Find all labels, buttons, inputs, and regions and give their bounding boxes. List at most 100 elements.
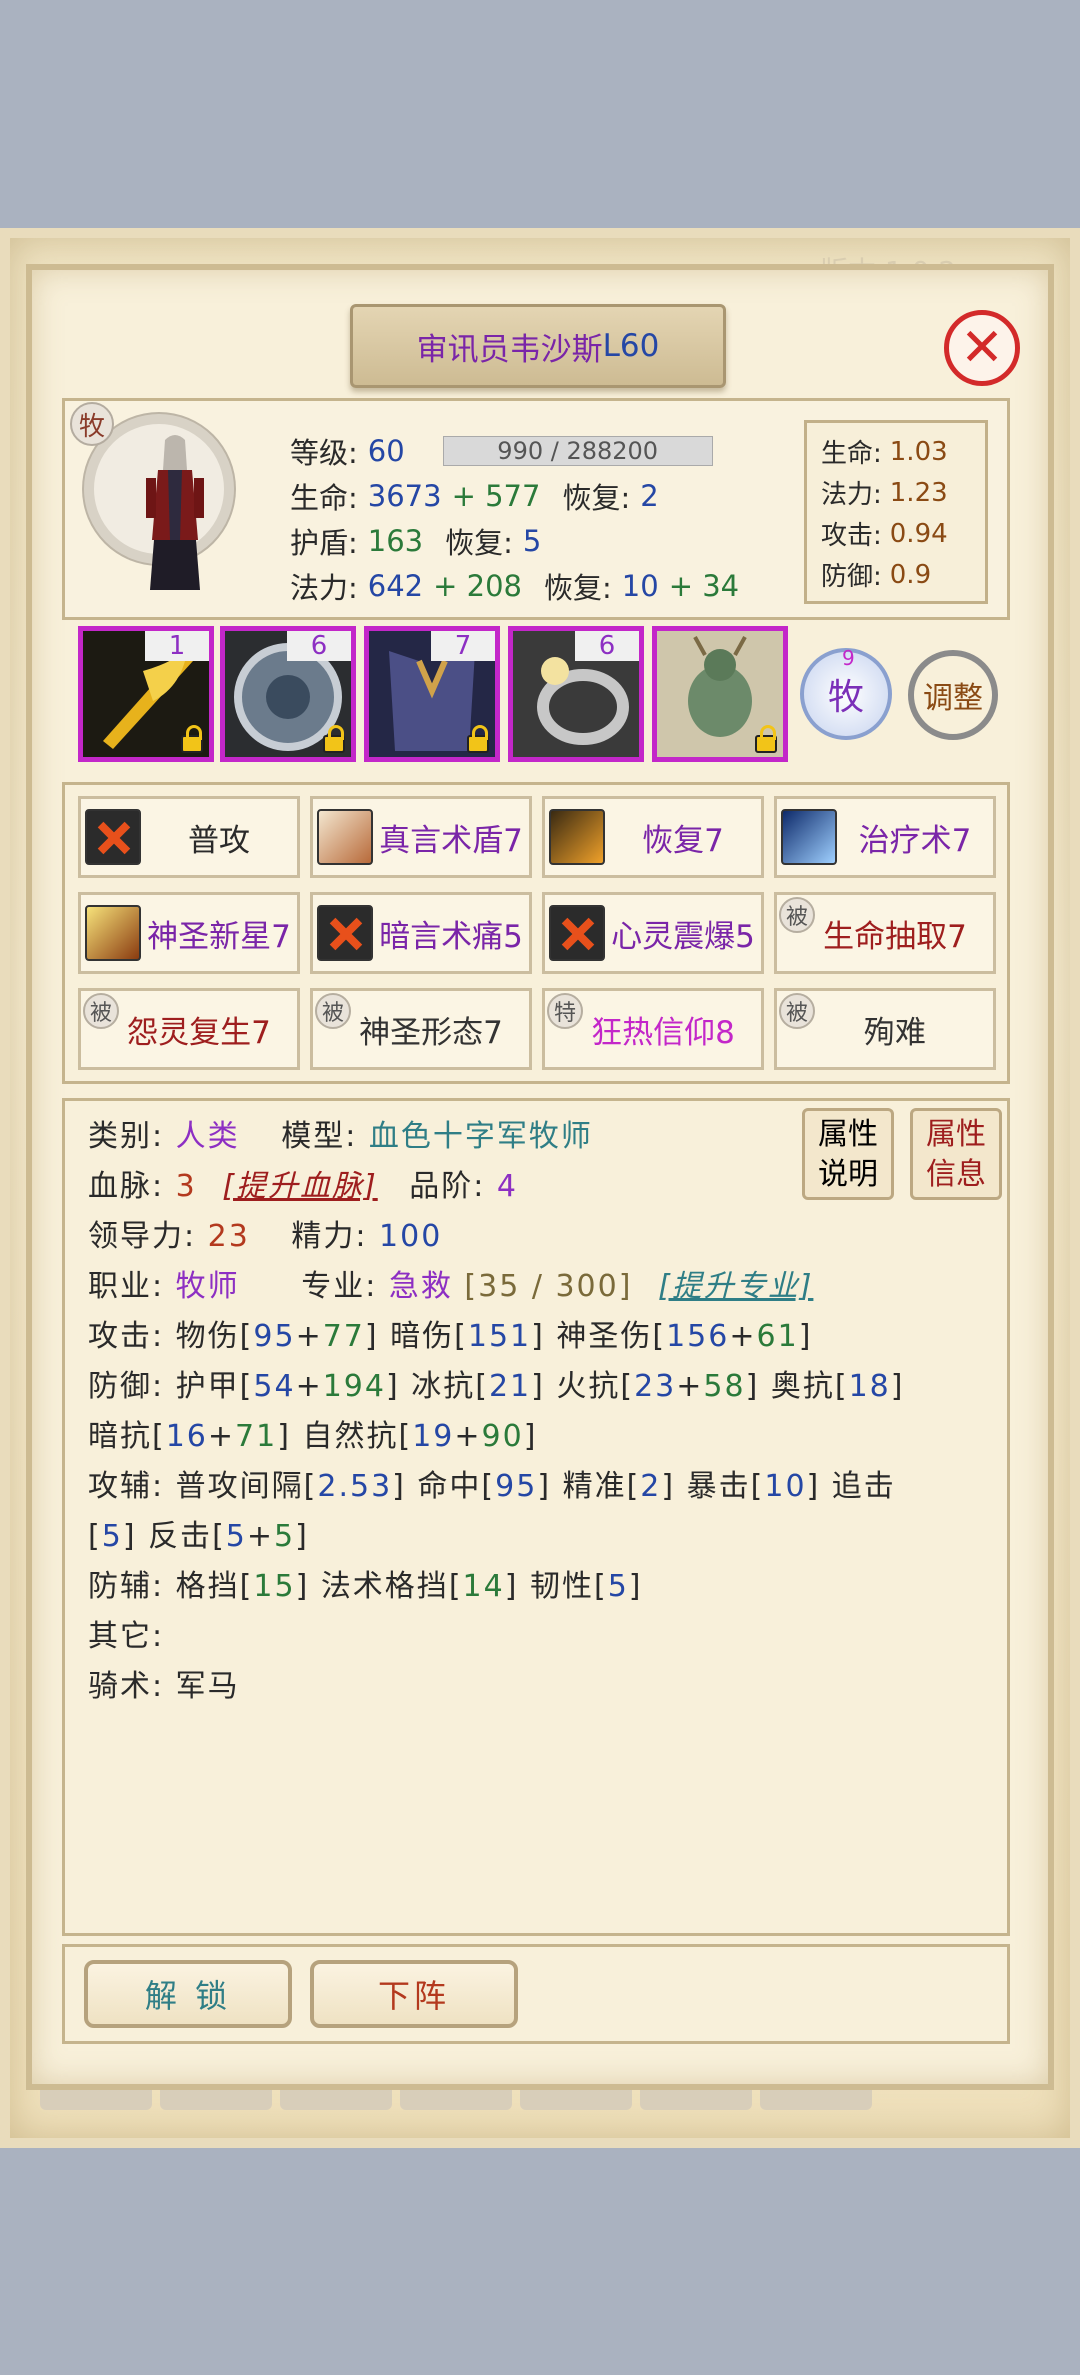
equip-slot-mount[interactable] (652, 626, 788, 762)
skill-slot[interactable]: 被神圣形态7 (310, 988, 532, 1070)
hero-portrait[interactable] (140, 430, 210, 600)
hp-plus: + 577 (451, 478, 541, 513)
lock-icon (181, 725, 203, 753)
job-value: 牧师 (175, 1269, 240, 1304)
equip-slot-armor[interactable]: 7 (364, 626, 500, 762)
bottom-tab (40, 2090, 152, 2110)
skill-name: 暗言术痛5 (379, 918, 523, 955)
model-value: 血色十字军牧师 (368, 1119, 593, 1154)
equip-slot-weapon[interactable]: 1 (78, 626, 214, 762)
bottom-tab (520, 2090, 632, 2110)
skill-slot[interactable]: 治疗术7 (774, 796, 996, 878)
skill-name: 普攻 (188, 822, 250, 859)
armor-base: 54 (253, 1369, 296, 1404)
lock-icon (467, 725, 489, 753)
ratio-label: 攻击: (821, 521, 882, 551)
nature-base: 19 (412, 1419, 455, 1454)
skill-type-badge: 被 (779, 897, 815, 933)
mp-row: 法力: 642 + 208 恢复: 10 + 34 (290, 563, 739, 608)
skill-slot[interactable]: 暗言术痛5 (310, 892, 532, 974)
skill-type-badge: 特 (547, 993, 583, 1029)
skill-slot[interactable]: 被怨灵复生7 (78, 988, 300, 1070)
frost-value: 21 (488, 1369, 532, 1404)
attack-row: 攻击: 物伤[95+77] 暗伤[151] 神圣伤[156+61] (88, 1319, 813, 1354)
bloodline-value: 3 (175, 1169, 197, 1204)
adjust-button[interactable]: 调整 (908, 650, 998, 740)
profession-progress: [35 / 300] (464, 1269, 633, 1304)
exp-bar: 990 / 288200 (442, 435, 713, 466)
holy-plus: 61 (756, 1319, 799, 1354)
rank-value: 4 (496, 1169, 519, 1204)
counter-base: 5 (225, 1519, 247, 1554)
arcane-label: 奥抗 (770, 1369, 835, 1404)
level-label: 等级: (290, 435, 358, 470)
skill-name: 真言术盾7 (379, 822, 523, 859)
class-emblem-number: 9 (842, 646, 855, 670)
class-emblem[interactable]: 9 牧 (800, 646, 892, 740)
riding-label: 骑术: (88, 1669, 165, 1704)
spell-block-label: 法术格挡 (320, 1569, 449, 1604)
skill-slot[interactable]: 被殉难 (774, 988, 996, 1070)
upgrade-bloodline-link[interactable]: [提升血脉] (222, 1169, 377, 1204)
skill-name: 恢复7 (642, 822, 724, 859)
equip-level: 6 (287, 631, 351, 661)
bottom-tab (760, 2090, 872, 2110)
hp-row: 生命: 3673 + 577 恢复: 2 (290, 473, 739, 518)
equip-level: 1 (145, 631, 209, 661)
leadership-label: 领导力: (88, 1219, 197, 1254)
renew-icon (549, 809, 605, 865)
retreat-button[interactable]: 下阵 (310, 1960, 518, 2028)
skill-slot[interactable]: 恢复7 (542, 796, 764, 878)
interval-value: 2.53 (317, 1469, 393, 1504)
hp-regen: 2 (640, 478, 659, 513)
profession-label: 专业: (301, 1269, 378, 1304)
ratio-attack: 攻击: 0.94 (821, 513, 971, 554)
chase-label: 追击 (831, 1469, 896, 1504)
ratio-label: 法力: (821, 480, 882, 510)
mp-base: 642 (367, 568, 424, 603)
shield-label: 护盾: (290, 525, 358, 560)
nature-label: 自然抗 (302, 1419, 399, 1454)
leadership-row: 领导力: 23 精力: 100 (88, 1212, 988, 1262)
ratio-value: 0.94 (889, 518, 948, 549)
heal-icon (781, 809, 837, 865)
ratio-label: 防御: (821, 562, 882, 592)
level-value: 60 (367, 433, 405, 468)
mp-regen-label: 恢复: (544, 570, 612, 605)
ratio-value: 1.23 (889, 477, 948, 508)
shield-regen-label: 恢复: (445, 525, 513, 560)
riding-value: 军马 (175, 1669, 240, 1704)
attack-label: 攻击: (88, 1319, 165, 1354)
skill-slot[interactable]: 心灵震爆5 (542, 892, 764, 974)
attack-aux-label: 攻辅: (88, 1469, 165, 1504)
attributes-text: 类别: 人类 模型: 血色十字军牧师 血脉: 3 [提升血脉] 品阶: 4 领导… (88, 1112, 988, 1712)
fire-label: 火抗 (556, 1369, 621, 1404)
upgrade-profession-link[interactable]: [提升专业] (658, 1269, 813, 1304)
skill-slot[interactable]: 神圣新星7 (78, 892, 300, 974)
skill-name: 心灵震爆5 (611, 918, 755, 955)
unlock-button[interactable]: 解 锁 (84, 1960, 292, 2028)
nature-plus: 90 (481, 1419, 524, 1454)
crit-value: 10 (764, 1469, 807, 1504)
close-button[interactable]: ✕ (944, 310, 1020, 386)
lock-icon (755, 725, 777, 753)
skill-slot[interactable]: 普攻 (78, 796, 300, 878)
mp-regen-base: 10 (621, 568, 659, 603)
equip-level: 6 (575, 631, 639, 661)
skill-slot[interactable]: 被生命抽取7 (774, 892, 996, 974)
skill-slot[interactable]: 真言术盾7 (310, 796, 532, 878)
shadow-res-plus: 71 (235, 1419, 278, 1454)
equip-slot-ring[interactable]: 6 (508, 626, 644, 762)
equip-slot-shield[interactable]: 6 (220, 626, 356, 762)
hp-label: 生命: (290, 480, 358, 515)
shield-row: 护盾: 163 恢复: 5 (290, 518, 739, 563)
category-value: 人类 (175, 1119, 240, 1154)
fire-base: 23 (634, 1369, 677, 1404)
riding-row: 骑术: 军马 (88, 1662, 988, 1712)
spell-block-value: 14 (462, 1569, 505, 1604)
energy-label: 精力: (291, 1219, 368, 1254)
skill-type-badge: 被 (779, 993, 815, 1029)
skill-slot[interactable]: 特狂热信仰8 (542, 988, 764, 1070)
chase-value: 5 (101, 1519, 123, 1554)
leadership-value: 23 (207, 1219, 250, 1254)
